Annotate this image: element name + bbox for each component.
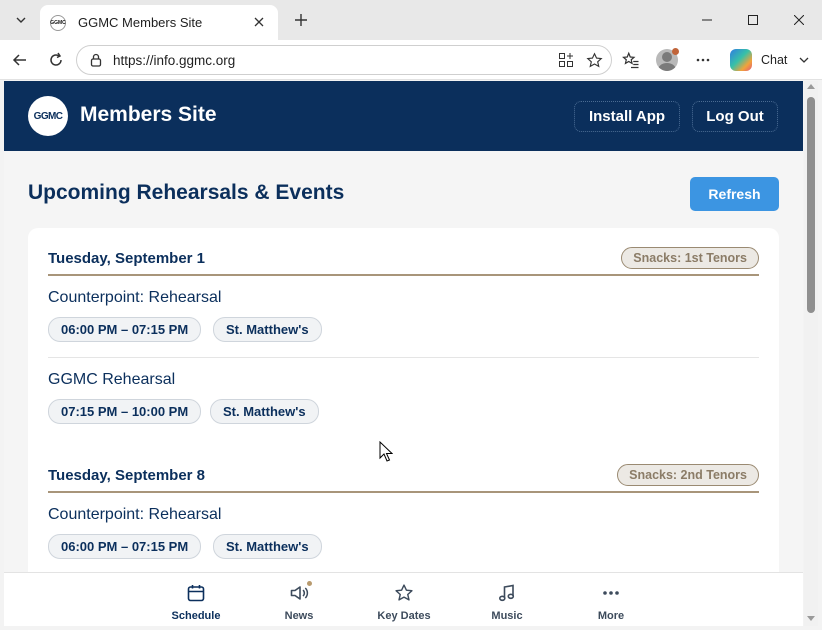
close-window-button[interactable] [776,0,822,40]
maximize-button[interactable] [730,0,776,40]
maximize-icon [748,15,758,25]
event-time-pill: 06:00 PM – 07:15 PM [48,534,202,559]
browser-tab-active[interactable]: GGMC GGMC Members Site [40,5,278,40]
star-outline-icon [585,51,603,67]
more-dots-icon [600,582,622,604]
url-text: https://info.ggmc.org [113,52,236,68]
browser-toolbar: https://info.ggmc.org Chat [0,40,822,80]
window-controls [684,0,822,40]
day-date: Tuesday, September 8 [48,467,206,484]
nav-more[interactable]: More [571,573,651,626]
install-app-button[interactable]: Install App [574,101,680,132]
chevron-down-icon [16,17,26,23]
more-horizontal-icon [696,58,710,62]
copilot-icon [730,49,752,71]
nav-label: Music [491,610,523,622]
event-title: Counterpoint: Rehearsal [48,506,222,523]
day-group: Tuesday, September 8 Snacks: 2nd Tenors … [48,457,759,575]
log-out-button[interactable]: Log Out [692,101,778,132]
profile-status-dot [672,48,679,55]
logo-text: GGMC [33,110,63,122]
nav-music[interactable]: Music [467,573,547,626]
minimize-icon [702,19,712,21]
tab-actions-menu-button[interactable] [8,7,34,33]
settings-more-button[interactable] [691,48,715,72]
back-button[interactable] [8,48,32,72]
site-favicon: GGMC [50,14,66,31]
event-location-pill: St. Matthew's [213,534,322,559]
scroll-up-arrow-icon[interactable] [807,84,815,89]
event-item[interactable]: Counterpoint: Rehearsal 06:00 PM – 07:15… [48,276,759,358]
nav-schedule[interactable]: Schedule [156,573,236,626]
events-card: Tuesday, September 1 Snacks: 1st Tenors … [28,228,779,626]
event-title: GGMC Rehearsal [48,371,176,388]
snacks-badge: Snacks: 2nd Tenors [617,464,759,486]
calendar-icon [185,582,207,604]
address-bar[interactable]: https://info.ggmc.org [76,45,612,75]
chevron-down-icon [799,57,809,63]
copilot-label: Chat [761,53,788,67]
lock-icon [90,53,102,67]
arrow-left-icon [12,54,26,66]
tab-close-button[interactable] [250,14,268,31]
nav-label: Schedule [171,610,221,622]
day-group: Tuesday, September 1 Snacks: 1st Tenors … [48,240,759,440]
scroll-down-arrow-icon[interactable] [807,616,815,621]
tab-title: GGMC Members Site [78,15,203,30]
mouse-cursor-icon [379,441,393,462]
event-item[interactable]: GGMC Rehearsal 07:15 PM – 10:00 PM St. M… [48,358,759,440]
day-header: Tuesday, September 1 Snacks: 1st Tenors [48,240,759,276]
site-title: Members Site [80,103,217,126]
event-location-pill: St. Matthew's [213,317,322,342]
reload-button[interactable] [44,48,68,72]
event-title: Counterpoint: Rehearsal [48,289,222,306]
snacks-badge: Snacks: 1st Tenors [621,247,759,269]
nav-label: More [597,610,625,622]
news-badge-dot [307,581,312,586]
plus-icon [295,14,307,26]
new-tab-button[interactable] [290,9,312,31]
app-available-button[interactable] [555,49,577,71]
page-title: Upcoming Rehearsals & Events [28,181,345,204]
site-header: GGMC Members Site Install App Log Out [4,81,803,151]
nav-label: Key Dates [377,610,431,622]
favorites-list-icon [622,51,639,69]
favorites-button[interactable] [619,48,643,72]
event-location-pill: St. Matthew's [210,399,319,424]
event-time-pill: 06:00 PM – 07:15 PM [48,317,202,342]
browser-titlebar: GGMC GGMC Members Site [0,0,822,40]
reload-icon [50,52,62,66]
site-logo[interactable]: GGMC [28,96,68,136]
megaphone-icon [288,581,312,604]
star-icon [393,582,415,604]
page-viewport: GGMC Members Site Install App Log Out Up… [4,81,803,626]
copilot-chat-button[interactable]: Chat [726,47,816,73]
nav-news[interactable]: News [259,573,339,626]
day-header: Tuesday, September 8 Snacks: 2nd Tenors [48,457,759,493]
nav-label: News [284,610,314,622]
day-date: Tuesday, September 1 [48,250,206,267]
close-icon [794,15,804,25]
page-scrollbar[interactable] [804,81,818,626]
scrollbar-thumb[interactable] [807,97,815,313]
minimize-button[interactable] [684,0,730,40]
event-item[interactable]: Counterpoint: Rehearsal 06:00 PM – 07:15… [48,493,759,575]
refresh-button[interactable]: Refresh [690,177,779,211]
apps-grid-icon [559,53,573,67]
nav-key-dates[interactable]: Key Dates [364,573,444,626]
close-icon [254,17,264,27]
event-time-pill: 07:15 PM – 10:00 PM [48,399,202,424]
bottom-navigation: Schedule News Key Dates Music More [4,572,803,626]
favorite-button[interactable] [583,49,605,71]
music-note-icon [496,582,518,604]
